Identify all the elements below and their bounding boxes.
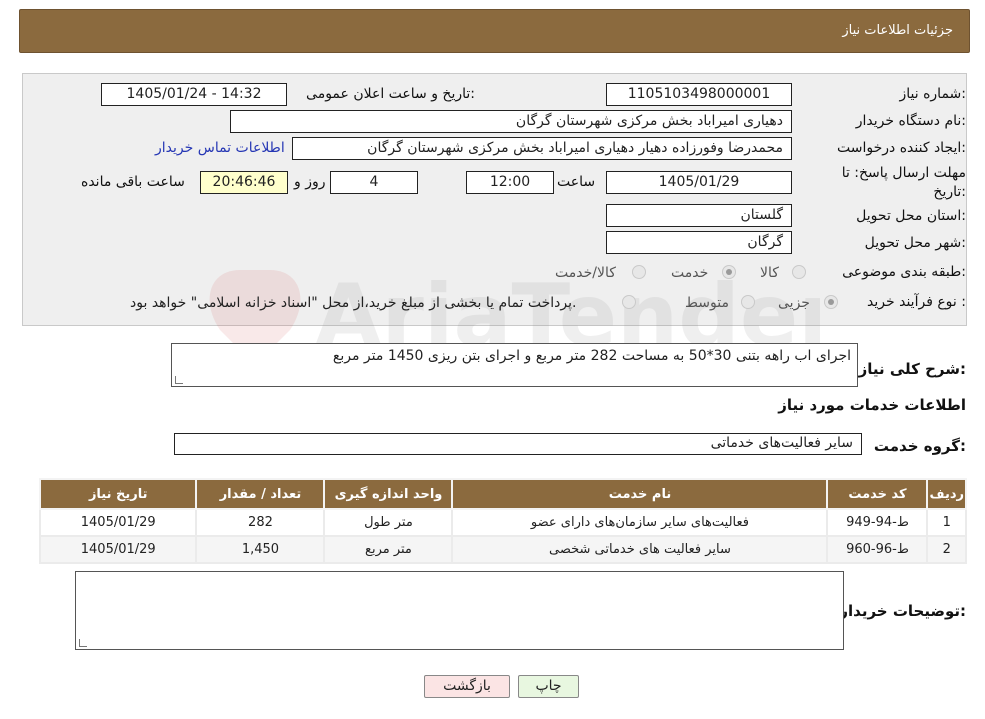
category-label: طبقه بندی موضوعی: — [842, 264, 966, 280]
cell-service-name: فعالیت‌های سایر سازمان‌های دارای عضو — [451, 508, 829, 537]
need-number-label: شماره نیاز: — [899, 86, 966, 102]
deadline-days-label: روز و — [294, 174, 326, 190]
col-header-service-code: کد خدمت — [826, 478, 929, 510]
cell-need-date: 1405/01/29 — [38, 508, 198, 537]
description-textarea[interactable]: اجرای اب راهه بتنی 30*50 به مساحت 282 مت… — [171, 343, 858, 387]
col-header-unit: واحد اندازه گیری — [323, 478, 454, 510]
cell-row-number: 2 — [926, 535, 967, 564]
deadline-time-field: 12:00 — [466, 171, 554, 194]
category-option-goods-service: کالا/خدمت — [555, 265, 616, 281]
cell-unit: متر طول — [323, 508, 454, 537]
services-section-title: اطلاعات خدمات مورد نیاز — [778, 396, 966, 414]
buyer-org-label: نام دستگاه خریدار: — [855, 113, 966, 129]
buyer-notes-textarea[interactable] — [75, 571, 844, 650]
remaining-time-label: ساعت باقی مانده — [81, 174, 185, 190]
page-title: جزئیات اطلاعات نیاز — [842, 23, 953, 38]
cell-service-code: ط-96-960 — [826, 535, 929, 564]
purchase-type-label: نوع فرآیند خرید : — [867, 294, 966, 310]
resize-grip-icon[interactable] — [79, 639, 87, 647]
deadline-label-date: تاریخ: — [933, 184, 966, 200]
requester-field: محمدرضا وفورزاده دهیار دهیاری امیراباد ب… — [292, 137, 792, 160]
purchase-option-minor: جزیی — [778, 295, 810, 311]
service-group-field: سایر فعالیت‌های خدماتی — [174, 433, 862, 455]
city-field: گرگان — [606, 231, 792, 254]
purchase-radio-medium[interactable] — [741, 295, 755, 309]
requester-label: ایجاد کننده درخواست: — [837, 140, 966, 156]
description-text: اجرای اب راهه بتنی 30*50 به مساحت 282 مت… — [332, 348, 851, 364]
purchase-radio-minor[interactable] — [824, 295, 838, 309]
col-header-need-date: تاریخ نیاز — [38, 478, 198, 510]
service-group-label: گروه خدمت: — [873, 437, 966, 455]
announce-datetime-field: 1405/01/24 - 14:32 — [101, 83, 287, 106]
deadline-label: مهلت ارسال پاسخ: تا — [841, 165, 966, 181]
resize-grip-icon[interactable] — [175, 376, 183, 384]
back-button[interactable]: بازگشت — [424, 675, 510, 698]
description-label: شرح کلی نیاز: — [858, 360, 966, 378]
province-field: گلستان — [606, 204, 792, 227]
services-table: ردیف کد خدمت نام خدمت واحد اندازه گیری ت… — [38, 478, 967, 564]
buyer-org-field: دهیاری امیراباد بخش مرکزی شهرستان گرگان — [230, 110, 792, 133]
cell-quantity: 1,450 — [195, 535, 326, 564]
purchase-option-medium: متوسط — [685, 295, 729, 311]
category-radio-service[interactable] — [722, 265, 736, 279]
city-label: شهر محل تحویل: — [864, 235, 966, 251]
col-header-service-name: نام خدمت — [451, 478, 829, 510]
page-header: جزئیات اطلاعات نیاز — [19, 9, 970, 53]
deadline-days-field: 4 — [330, 171, 418, 194]
cell-service-name: سایر فعالیت های خدماتی شخصی — [451, 535, 829, 564]
cell-unit: متر مربع — [323, 535, 454, 564]
announce-datetime-label: تاریخ و ساعت اعلان عمومی: — [306, 86, 475, 102]
table-header-row: ردیف کد خدمت نام خدمت واحد اندازه گیری ت… — [38, 478, 967, 510]
category-option-goods: کالا — [760, 265, 779, 281]
remaining-time-field: 20:46:46 — [200, 171, 288, 194]
treasury-note: پرداخت تمام یا بخشی از مبلغ خرید،از محل … — [130, 295, 577, 311]
category-radio-goods[interactable] — [792, 265, 806, 279]
province-label: استان محل تحویل: — [856, 208, 966, 224]
category-option-service: خدمت — [671, 265, 709, 281]
table-row: 1 ط-94-949 فعالیت‌های سایر سازمان‌های دا… — [38, 508, 967, 537]
print-button[interactable]: چاپ — [518, 675, 579, 698]
col-header-row-number: ردیف — [926, 478, 967, 510]
buyer-contact-link[interactable]: اطلاعات تماس خریدار — [155, 140, 285, 156]
category-radio-goods-service[interactable] — [632, 265, 646, 279]
purchase-radio-treasury[interactable] — [622, 295, 636, 309]
deadline-time-label: ساعت — [557, 174, 596, 190]
buyer-notes-label: توضیحات خریدار: — [839, 602, 966, 620]
cell-need-date: 1405/01/29 — [38, 535, 198, 564]
cell-quantity: 282 — [195, 508, 326, 537]
need-number-field: 1105103498000001 — [606, 83, 792, 106]
cell-row-number: 1 — [926, 508, 967, 537]
table-row: 2 ط-96-960 سایر فعالیت های خدماتی شخصی م… — [38, 535, 967, 564]
col-header-quantity: تعداد / مقدار — [195, 478, 326, 510]
cell-service-code: ط-94-949 — [826, 508, 929, 537]
deadline-date-field: 1405/01/29 — [606, 171, 792, 194]
